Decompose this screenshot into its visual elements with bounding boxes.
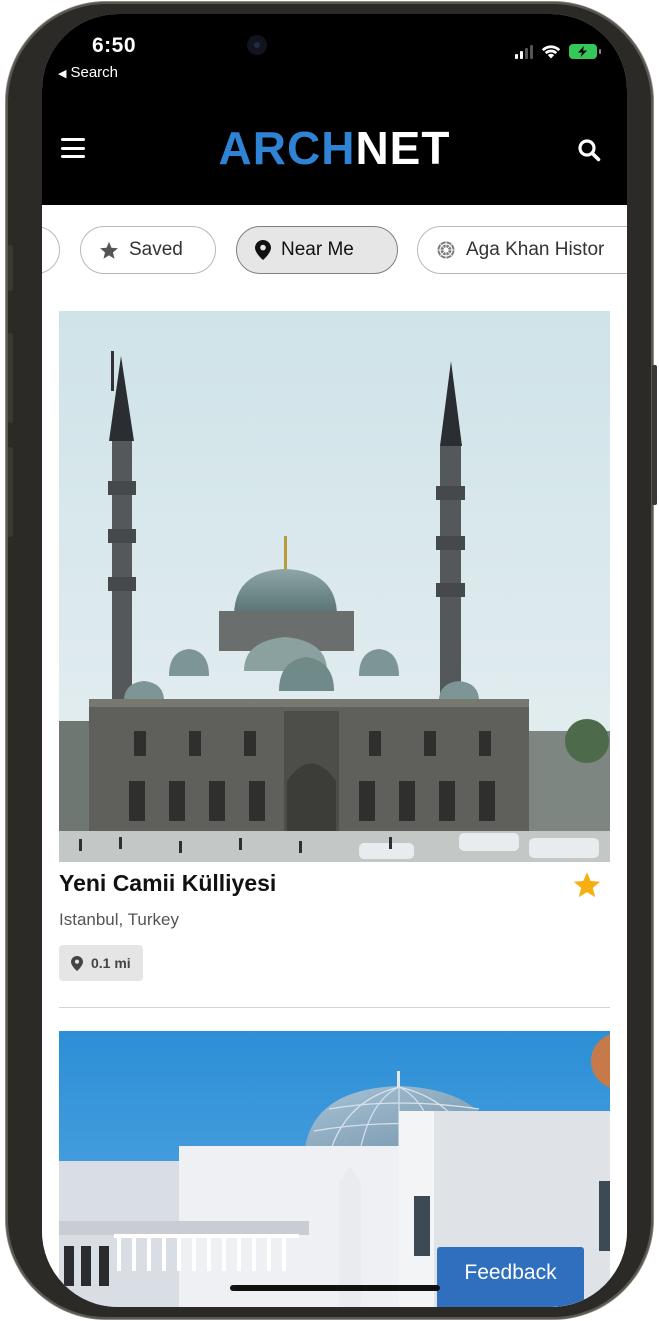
filter-chip-near-me-label: Near Me [281,239,354,260]
results-content[interactable]: Saved Near Me Aga Khan Histor Yeni Camii… [42,205,627,1307]
power-button [652,365,657,505]
star-icon [99,241,119,260]
filter-chip-bar[interactable]: Saved Near Me Aga Khan Histor [42,205,627,297]
distance-value: 0.1 mi [91,955,131,971]
card-divider [59,1007,610,1008]
cellular-signal-icon [515,44,533,59]
logo-arch-text: ARCH [218,122,356,174]
back-arrow-icon: ◀ [58,68,67,80]
archnet-logo[interactable]: ARCHNET [42,121,627,175]
back-to-search-link[interactable]: ◀ Search [58,64,118,81]
status-icons [515,44,601,59]
volume-up-button [8,333,13,423]
filter-chip-previous[interactable] [42,226,60,274]
feedback-button[interactable]: Feedback [437,1247,584,1307]
home-indicator[interactable] [230,1285,440,1291]
battery-charging-icon [569,44,601,59]
mosque-illustration [59,311,610,862]
app-navbar: ARCHNET [42,109,627,205]
aga-khan-emblem-icon [436,240,456,260]
volume-down-button [8,447,13,537]
filter-chip-aga-khan[interactable]: Aga Khan Histor [417,226,627,274]
logo-net-text: NET [355,122,451,174]
search-icon[interactable] [577,138,601,167]
map-pin-icon [71,955,83,971]
phone-screen: 6:50 ◀ Search ARCHNET Saved Near Me Aga … [42,14,627,1307]
result-title[interactable]: Yeni Camii Külliyesi [59,870,276,897]
map-pin-icon [255,240,271,260]
wifi-icon [541,45,561,59]
back-to-search-label: Search [70,64,118,81]
result-location: Istanbul, Turkey [59,910,180,929]
top-bar: 6:50 ◀ Search ARCHNET [42,14,627,205]
filter-chip-saved[interactable]: Saved [80,226,216,274]
mute-switch [8,245,13,291]
save-star-icon[interactable] [572,871,602,904]
front-camera [247,35,267,55]
filter-chip-saved-label: Saved [129,239,183,260]
mosque-photo[interactable] [59,311,610,862]
status-time: 6:50 [92,34,137,57]
filter-chip-near-me[interactable]: Near Me [236,226,398,274]
distance-badge: 0.1 mi [59,945,143,981]
filter-chip-aga-khan-label: Aga Khan Histor [466,239,605,260]
status-bar: 6:50 ◀ Search [42,14,627,86]
